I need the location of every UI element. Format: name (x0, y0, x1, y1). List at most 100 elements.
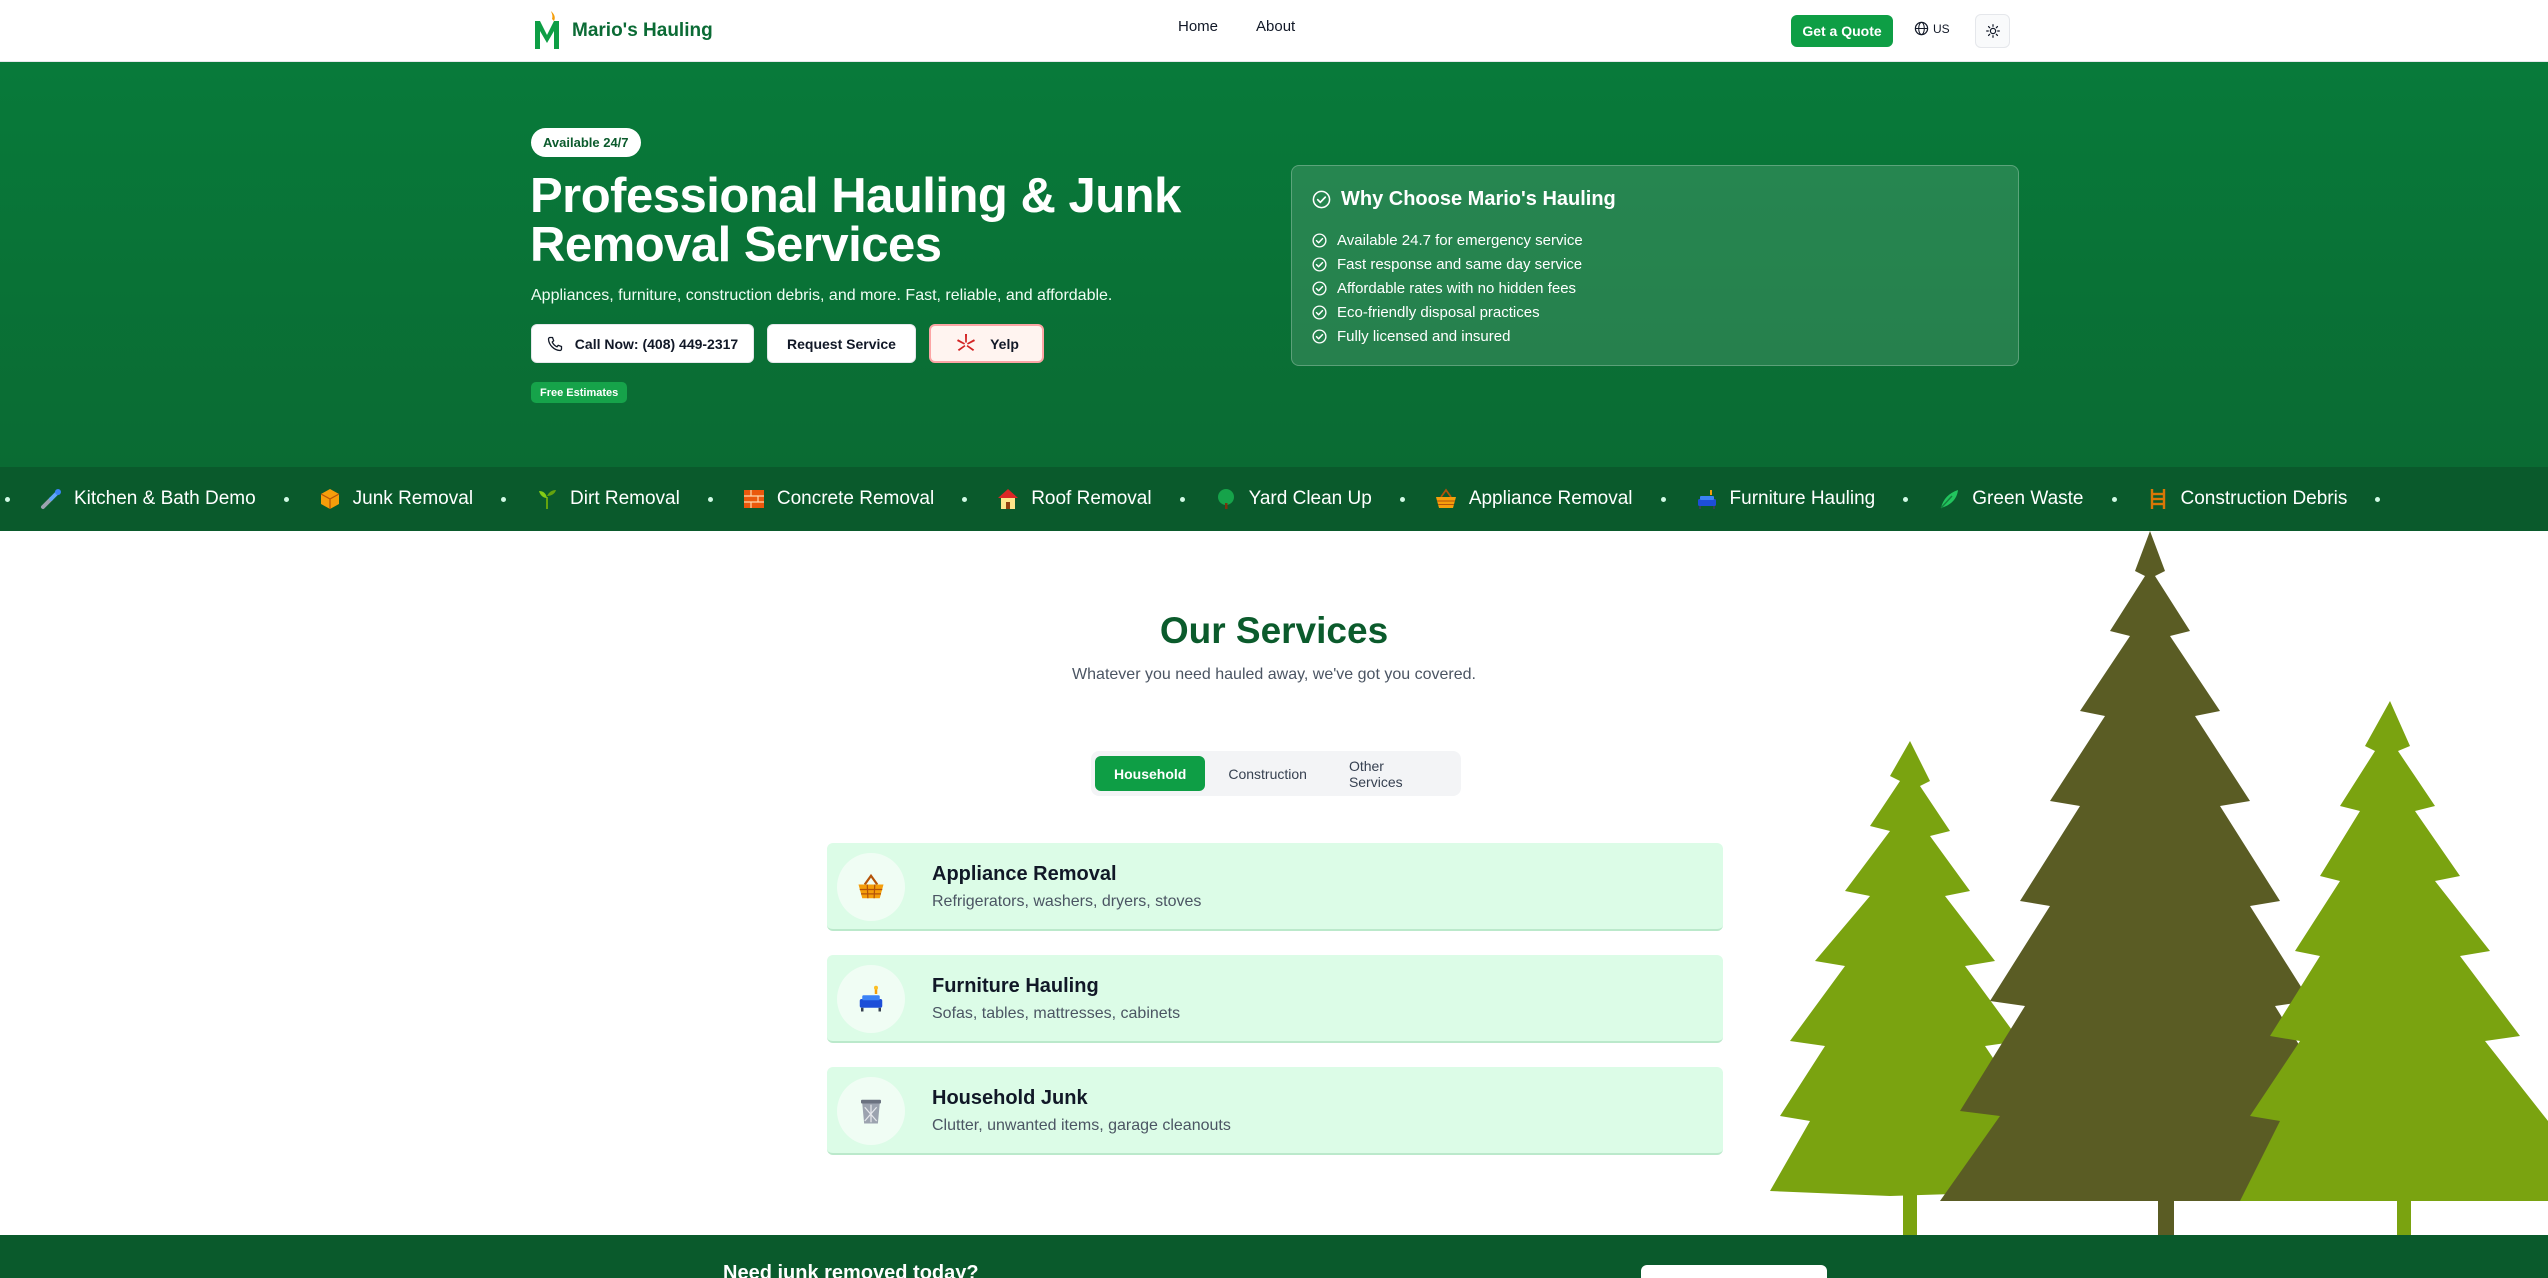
ticker-label: Concrete Removal (776, 488, 935, 509)
nav-link-about[interactable]: About (1256, 18, 1295, 35)
request-service-button[interactable]: Request Service (767, 324, 916, 363)
basket-icon (1433, 486, 1459, 512)
availability-badge: Available 24/7 (531, 128, 641, 157)
yelp-label: Yelp (990, 335, 1019, 352)
ticker-separator (1660, 496, 1666, 502)
service-card-title: Appliance Removal (932, 863, 1117, 885)
why-choose-list: Available 24.7 for emergency service Fas… (1312, 228, 1583, 348)
ticker-item[interactable]: Dirt Removal (534, 486, 680, 512)
tab-household[interactable]: Household (1095, 756, 1206, 791)
nav-links: Home About (1178, 18, 1295, 35)
service-card-title: Household Junk (932, 1087, 1088, 1109)
check-circle-icon (1312, 304, 1327, 320)
ticker-separator (2111, 496, 2117, 502)
ticker-separator (501, 496, 507, 502)
brand-logo-icon (535, 11, 559, 49)
leaf-icon (1936, 486, 1962, 512)
call-now-button[interactable]: Call Now: (408) 449-2317 (531, 324, 754, 363)
tab-construction[interactable]: Construction (1209, 756, 1326, 791)
globe-icon (1914, 21, 1929, 36)
hero-section (0, 62, 2548, 467)
ticker-separator (5, 496, 10, 502)
check-circle-icon (1312, 256, 1327, 272)
plumbing-icon (38, 486, 64, 512)
ticker-separator (1179, 496, 1185, 502)
ticker-item[interactable]: Concrete Removal (741, 486, 934, 512)
ladder-icon (2145, 486, 2171, 512)
trash-icon (837, 1077, 905, 1145)
sprout-icon (534, 486, 560, 512)
yelp-button[interactable]: Yelp (929, 324, 1044, 363)
service-card-household-junk[interactable]: Household Junk Clutter, unwanted items, … (827, 1067, 1723, 1155)
call-now-label: Call Now: (408) 449-2317 (574, 335, 739, 352)
sun-icon (1985, 24, 2000, 38)
brand[interactable]: Mario's Hauling (532, 6, 713, 56)
ticker-separator (1903, 496, 1909, 502)
check-circle-icon (1312, 190, 1331, 209)
ticker-track: Kitchen & Bath Demo Junk Removal Dirt Re… (0, 467, 2408, 531)
get-quote-button[interactable]: Get a Quote (1791, 15, 1893, 47)
cta-text: Need junk removed today? (723, 1262, 979, 1278)
service-card-description: Refrigerators, washers, dryers, stoves (932, 893, 1202, 910)
ticker-separator (962, 496, 968, 502)
couch-icon (837, 965, 905, 1033)
cta-banner: Need junk removed today? (0, 1235, 2548, 1278)
couch-icon (1694, 486, 1720, 512)
why-choose-title: Why Choose Mario's Hauling (1341, 188, 1616, 210)
ticker-item[interactable]: Furniture Hauling (1694, 486, 1876, 512)
language-selector[interactable]: US (1914, 21, 1950, 36)
why-choose-card: Why Choose Mario's Hauling Available 24.… (1291, 165, 2019, 366)
ticker-label: Appliance Removal (1468, 488, 1633, 509)
ticker-item[interactable]: Kitchen & Bath Demo (38, 486, 256, 512)
cta-button[interactable] (1641, 1265, 1827, 1278)
yelp-icon (957, 333, 976, 351)
why-choose-item: Fully licensed and insured (1312, 324, 1583, 348)
ticker-label: Roof Removal (1031, 488, 1152, 509)
brand-name: Mario's Hauling (572, 20, 713, 41)
ticker-label: Dirt Removal (570, 488, 680, 509)
ticker-item[interactable]: Yard Clean Up (1213, 486, 1372, 512)
why-choose-heading: Why Choose Mario's Hauling (1312, 188, 1616, 211)
why-choose-item-text: Fast response and same day service (1337, 255, 1583, 273)
why-choose-item: Fast response and same day service (1312, 252, 1583, 276)
service-cards: Appliance Removal Refrigerators, washers… (827, 843, 1723, 1179)
ticker-item[interactable]: Junk Removal (317, 486, 473, 512)
house-icon (995, 486, 1021, 512)
why-choose-item: Affordable rates with no hidden fees (1312, 276, 1583, 300)
ticker-item[interactable]: Roof Removal (995, 486, 1152, 512)
services-subtitle: Whatever you need hauled away, we've got… (1072, 666, 1476, 683)
ticker-label: Yard Clean Up (1248, 488, 1372, 509)
ticker-label: Furniture Hauling (1729, 488, 1876, 509)
why-choose-item-text: Available 24.7 for emergency service (1337, 231, 1583, 249)
box-icon (317, 486, 343, 512)
ticker-item[interactable]: Appliance Removal (1433, 486, 1633, 512)
service-card-furniture-hauling[interactable]: Furniture Hauling Sofas, tables, mattres… (827, 955, 1723, 1043)
why-choose-item: Eco-friendly disposal practices (1312, 300, 1583, 324)
check-circle-icon (1312, 232, 1327, 248)
theme-toggle-button[interactable] (1975, 14, 2010, 48)
hero-title: Professional Hauling & Junk Removal Serv… (530, 169, 1181, 272)
check-circle-icon (1312, 280, 1327, 296)
service-card-appliance-removal[interactable]: Appliance Removal Refrigerators, washers… (827, 843, 1723, 931)
ticker-item[interactable]: Green Waste (1936, 486, 2084, 512)
ticker-item[interactable]: Construction Debris (2145, 486, 2348, 512)
ticker-separator (283, 496, 289, 502)
service-card-description: Clutter, unwanted items, garage cleanout… (932, 1117, 1231, 1134)
tab-other-services[interactable]: Other Services (1330, 756, 1457, 791)
service-card-title: Furniture Hauling (932, 975, 1099, 997)
nav-link-home[interactable]: Home (1178, 18, 1218, 35)
check-circle-icon (1312, 328, 1327, 344)
ticker-label: Junk Removal (352, 488, 474, 509)
ticker-separator (1399, 496, 1405, 502)
services-tabs: Household Construction Other Services (1091, 751, 1461, 796)
services-ticker: Kitchen & Bath Demo Junk Removal Dirt Re… (0, 467, 2548, 531)
why-choose-item-text: Affordable rates with no hidden fees (1337, 279, 1577, 297)
brick-icon (741, 486, 767, 512)
service-card-description: Sofas, tables, mattresses, cabinets (932, 1005, 1181, 1022)
ticker-separator (707, 496, 713, 502)
tree-icon (1213, 486, 1239, 512)
services-title: Our Services (1159, 610, 1389, 651)
why-choose-item: Available 24.7 for emergency service (1312, 228, 1583, 252)
ticker-label: Construction Debris (2180, 488, 2348, 509)
free-estimates-badge: Free Estimates (531, 382, 628, 403)
